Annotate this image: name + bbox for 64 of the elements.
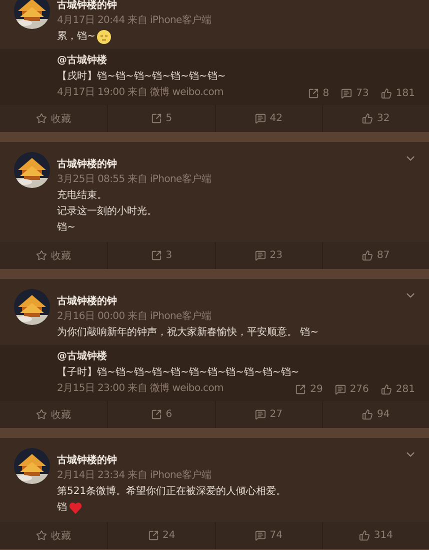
share-icon: [150, 409, 162, 420]
star-icon: [36, 530, 48, 541]
like-button[interactable]: 32: [322, 105, 429, 132]
comment-icon: [254, 113, 266, 124]
repost-author[interactable]: @古城钟楼: [57, 349, 415, 365]
post-text: 记录这一刻的小时光。: [57, 204, 157, 219]
repost-text: 【戌时】铛~铛~铛~铛~铛~铛~铛~: [57, 70, 227, 84]
comment-count[interactable]: 73: [341, 88, 369, 98]
star-icon: [36, 250, 48, 261]
post-text: 充电结束。: [57, 188, 107, 203]
thumbs-up-icon: [362, 409, 373, 420]
comment-icon: [254, 250, 266, 261]
like-count[interactable]: 281: [380, 384, 415, 394]
comment-button[interactable]: 42: [214, 105, 322, 132]
share-icon: [150, 250, 162, 261]
repost-text: 【子时】铛~铛~铛~铛~铛~铛~铛~铛~铛~铛~铛~: [57, 366, 300, 380]
post-meta: 3月25日 08:55 来自 iPhone客户端: [57, 172, 211, 187]
share-icon: [295, 384, 306, 394]
post-text: 为你们敲响新年的钟声，祝大家新春愉快，平安顺意。 铛~: [57, 326, 319, 340]
repost-count[interactable]: 8: [308, 88, 330, 98]
thumbs-up-icon: [362, 113, 373, 124]
repost-meta: 2月15日 23:00 来自 微博 weibo.com: [57, 382, 224, 396]
thumbs-up-icon: [358, 530, 370, 541]
comment-icon: [254, 530, 266, 541]
comment-count[interactable]: 276: [334, 384, 369, 394]
post-text: 第521条微博。希望你们正在被深爱的人倾心相爱。: [57, 484, 286, 499]
repost-meta: 4月17日 19:00 来自 微博 weibo.com: [57, 86, 224, 100]
like-button[interactable]: 314: [322, 522, 429, 549]
favorite-button[interactable]: 收藏: [0, 522, 108, 549]
author-name[interactable]: 古城钟楼的钟: [57, 294, 319, 309]
repost-button[interactable]: 5: [107, 105, 214, 132]
favorite-button[interactable]: 收藏: [0, 242, 108, 269]
author-name[interactable]: 古城钟楼的钟: [57, 157, 211, 172]
comment-icon: [254, 409, 266, 420]
comment-button[interactable]: 23: [214, 242, 322, 269]
comment-button[interactable]: 27: [214, 401, 322, 428]
like-count[interactable]: 181: [380, 88, 415, 98]
favorite-button[interactable]: 收藏: [0, 401, 108, 428]
like-button[interactable]: 94: [322, 401, 429, 428]
post-meta: 4月17日 20:44 来自 iPhone客户端: [57, 14, 211, 28]
star-icon: [36, 113, 48, 124]
repost-button[interactable]: 24: [107, 522, 214, 549]
like-button[interactable]: 87: [322, 242, 429, 269]
star-icon: [36, 409, 48, 420]
thumbs-up-icon: [380, 88, 392, 98]
comment-button[interactable]: 74: [214, 522, 322, 549]
share-icon: [308, 88, 319, 98]
post-text: 铛: [57, 501, 67, 515]
comment-icon: [334, 384, 346, 394]
repost-button[interactable]: 6: [107, 401, 214, 428]
repost-count[interactable]: 29: [295, 384, 323, 394]
post-meta: 2月16日 00:00 来自 iPhone客户端: [57, 310, 212, 324]
thumbs-up-icon: [362, 250, 373, 261]
post-meta: 2月14日 23:34 来自 iPhone客户端: [57, 468, 212, 483]
repost-author[interactable]: @古城钟楼: [57, 53, 415, 69]
share-icon: [150, 113, 162, 124]
post-text: 累，铛~: [57, 30, 96, 44]
thumbs-up-icon: [380, 384, 392, 394]
share-icon: [148, 530, 158, 541]
comment-icon: [341, 88, 352, 98]
favorite-button[interactable]: 收藏: [0, 105, 108, 132]
repost-button[interactable]: 3: [107, 242, 214, 269]
author-name[interactable]: 古城钟楼的钟: [57, 453, 286, 468]
post-text: 铛~: [57, 221, 76, 235]
